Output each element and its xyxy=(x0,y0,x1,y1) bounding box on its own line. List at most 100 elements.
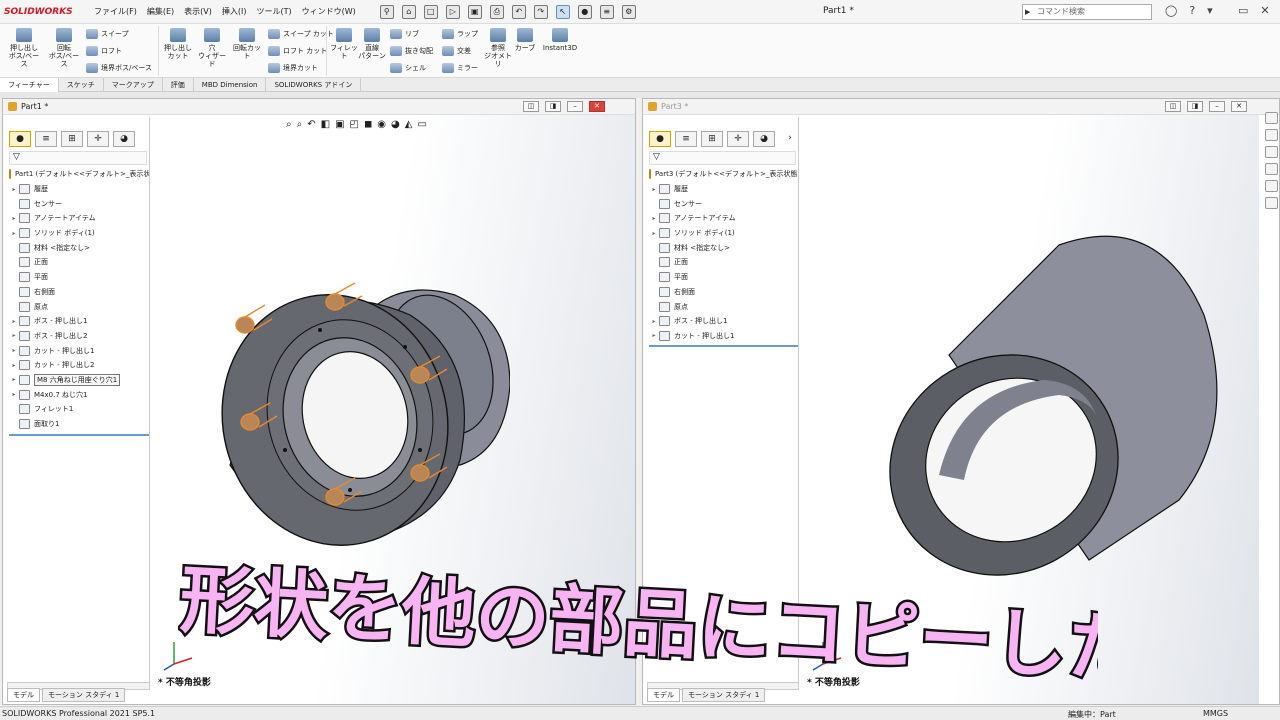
loft-cut-button[interactable]: ロフト カット xyxy=(268,46,327,56)
fillet-button[interactable]: フィレット xyxy=(330,28,358,60)
configuration-manager-tab-icon[interactable]: ⊞ xyxy=(61,131,83,147)
file-explorer-icon[interactable] xyxy=(1264,146,1278,158)
undo-icon[interactable]: ↶ xyxy=(511,4,526,19)
tab-model[interactable]: モデル xyxy=(7,688,40,702)
tree-filter-input[interactable]: ▽ xyxy=(9,151,147,165)
appearance-icon[interactable]: ◕ xyxy=(391,119,400,130)
expand-caret-icon[interactable]: ▸ xyxy=(649,186,659,193)
tree-item[interactable]: ▸ カット - 押し出し2 xyxy=(9,358,149,373)
view-settings-icon[interactable]: ▭ xyxy=(417,119,426,130)
expand-caret-icon[interactable]: ▸ xyxy=(9,215,19,222)
expand-caret-icon[interactable]: ▸ xyxy=(649,215,659,222)
graphics-area-part1[interactable]: ⌕ ⌕ ↶ ◧ ▣ ◰ ◼ ◉ ◕ ◭ ▭ * 不等角投影 xyxy=(150,115,635,704)
tree-item[interactable]: ▸ カット - 押し出し1 xyxy=(9,343,149,358)
custom-properties-icon[interactable] xyxy=(1264,197,1278,209)
minimize-icon[interactable]: – xyxy=(1209,101,1225,112)
hide-show-icon[interactable]: ◉ xyxy=(377,119,386,130)
flange-model[interactable] xyxy=(210,275,510,575)
curves-button[interactable]: カーブ xyxy=(512,28,538,52)
tab-mbd-dimension[interactable]: MBD Dimension xyxy=(194,78,267,92)
menu-edit[interactable]: 編集(E) xyxy=(147,6,174,17)
tree-item[interactable]: ▸ M4x0.7 ねじ穴1 xyxy=(9,387,149,402)
revolve-cut-button[interactable]: 回転カット xyxy=(230,28,264,60)
menu-view[interactable]: 表示(V) xyxy=(184,6,212,17)
tree-item[interactable]: フィレット1 xyxy=(9,402,149,417)
solidworks-resources-icon[interactable] xyxy=(1264,112,1278,124)
open-icon[interactable]: ▷ xyxy=(445,4,460,19)
expand-caret-icon[interactable]: ▸ xyxy=(9,376,19,383)
shell-button[interactable]: シェル xyxy=(390,63,426,73)
sweep-cut-button[interactable]: スイープ カット xyxy=(268,29,334,39)
configuration-manager-tab-icon[interactable]: ⊞ xyxy=(701,131,723,147)
tree-item[interactable]: ▸ アノテートアイテム xyxy=(9,211,149,226)
tree-filter-input[interactable]: ▽ xyxy=(649,151,796,165)
tile-icon[interactable]: ◫ xyxy=(523,101,539,112)
menu-file[interactable]: ファイル(F) xyxy=(94,6,137,17)
sweep-button[interactable]: スイープ xyxy=(86,29,129,39)
section-view-icon[interactable]: ◧ xyxy=(321,119,330,130)
tree-item[interactable]: 面取り1 xyxy=(9,417,149,432)
options-gear-icon[interactable]: ⚙ xyxy=(621,4,636,19)
rib-button[interactable]: リブ xyxy=(390,29,419,39)
minimize-icon[interactable]: – xyxy=(567,101,583,112)
tree-item[interactable]: 正面 xyxy=(9,255,149,270)
tree-item[interactable]: 平面 xyxy=(649,270,798,285)
tree-item[interactable]: ▸ M8 六角ねじ用座ぐり穴1 xyxy=(9,373,149,388)
file-properties-icon[interactable]: ≡ xyxy=(599,4,614,19)
menu-window[interactable]: ウィンドウ(W) xyxy=(302,6,356,17)
tab-sketch[interactable]: スケッチ xyxy=(59,78,104,92)
command-search-input[interactable]: コマンド検索 xyxy=(1022,4,1152,20)
tree-item[interactable]: 右側面 xyxy=(649,285,798,300)
reference-geometry-button[interactable]: 参照 ジオメトリ xyxy=(482,28,514,68)
menu-insert[interactable]: 挿入(I) xyxy=(222,6,247,17)
display-manager-tab-icon[interactable]: ◕ xyxy=(753,131,775,147)
tube-model[interactable] xyxy=(859,215,1219,585)
tree-item[interactable]: 正面 xyxy=(649,255,798,270)
zoom-to-fit-icon[interactable]: ⌕ xyxy=(286,119,292,130)
tree-item[interactable]: ▸ アノテートアイテム xyxy=(649,211,798,226)
menu-tools[interactable]: ツール(T) xyxy=(256,6,291,17)
boundary-boss-button[interactable]: 境界ボス/ベース xyxy=(86,63,152,73)
tree-item[interactable]: ▸ ボス - 押し出し2 xyxy=(9,329,149,344)
cascade-icon[interactable]: ◨ xyxy=(1187,101,1203,112)
dynamic-annotation-icon[interactable]: ▣ xyxy=(335,119,344,130)
tree-item[interactable]: ▸ ソリッド ボディ(1) xyxy=(9,226,149,241)
close-icon[interactable]: ✕ xyxy=(589,101,605,112)
expand-caret-icon[interactable]: ▸ xyxy=(9,332,19,339)
tree-item[interactable]: 材料 <指定なし> xyxy=(649,240,798,255)
previous-view-icon[interactable]: ↶ xyxy=(307,119,315,130)
tab-model[interactable]: モデル xyxy=(647,688,680,702)
expand-caret-icon[interactable]: ▸ xyxy=(9,186,19,193)
feature-manager-tab-icon[interactable]: ● xyxy=(9,131,31,147)
expand-caret-icon[interactable]: ▸ xyxy=(9,230,19,237)
close-icon[interactable]: ✕ xyxy=(1231,101,1247,112)
hole-wizard-button[interactable]: 穴 ウィザード xyxy=(196,28,228,68)
wrap-button[interactable]: ラップ xyxy=(442,29,478,39)
tree-item[interactable]: センサー xyxy=(649,196,798,211)
dimxpert-tab-icon[interactable]: ✛ xyxy=(87,131,109,147)
home-icon[interactable]: ⌂ xyxy=(401,4,416,19)
draft-button[interactable]: 抜き勾配 xyxy=(390,46,433,56)
tree-item[interactable]: ▸ ボス - 押し出し1 xyxy=(649,314,798,329)
extrude-boss-button[interactable]: 押し出し ボス/ベース xyxy=(6,28,42,68)
property-manager-tab-icon[interactable]: ≡ xyxy=(35,131,57,147)
tree-item[interactable]: ▸ ボス - 押し出し1 xyxy=(9,314,149,329)
display-style-icon[interactable]: ◼ xyxy=(364,119,372,130)
display-manager-tab-icon[interactable]: ◕ xyxy=(113,131,135,147)
chevron-right-icon[interactable]: › xyxy=(779,131,801,147)
tree-item[interactable]: 右側面 xyxy=(9,285,149,300)
user-icon[interactable]: ◯ xyxy=(1165,4,1177,17)
instant3d-button[interactable]: Instant3D xyxy=(540,28,580,52)
rebuild-icon[interactable]: ● xyxy=(577,4,592,19)
help-icon[interactable]: ? xyxy=(1189,4,1195,17)
expand-caret-icon[interactable]: ▸ xyxy=(9,347,19,354)
expand-caret-icon[interactable]: ▸ xyxy=(649,230,659,237)
mirror-button[interactable]: ミラー xyxy=(442,63,478,73)
redo-icon[interactable]: ↷ xyxy=(533,4,548,19)
expand-caret-icon[interactable]: ▸ xyxy=(9,318,19,325)
graphics-area-part3[interactable]: * 不等角投影 xyxy=(799,115,1259,704)
appearances-icon[interactable] xyxy=(1264,180,1278,192)
feature-manager-tab-icon[interactable]: ● xyxy=(649,131,671,147)
tree-item[interactable]: 原点 xyxy=(9,299,149,314)
pin-panel-icon[interactable]: ▾ xyxy=(1207,4,1213,17)
